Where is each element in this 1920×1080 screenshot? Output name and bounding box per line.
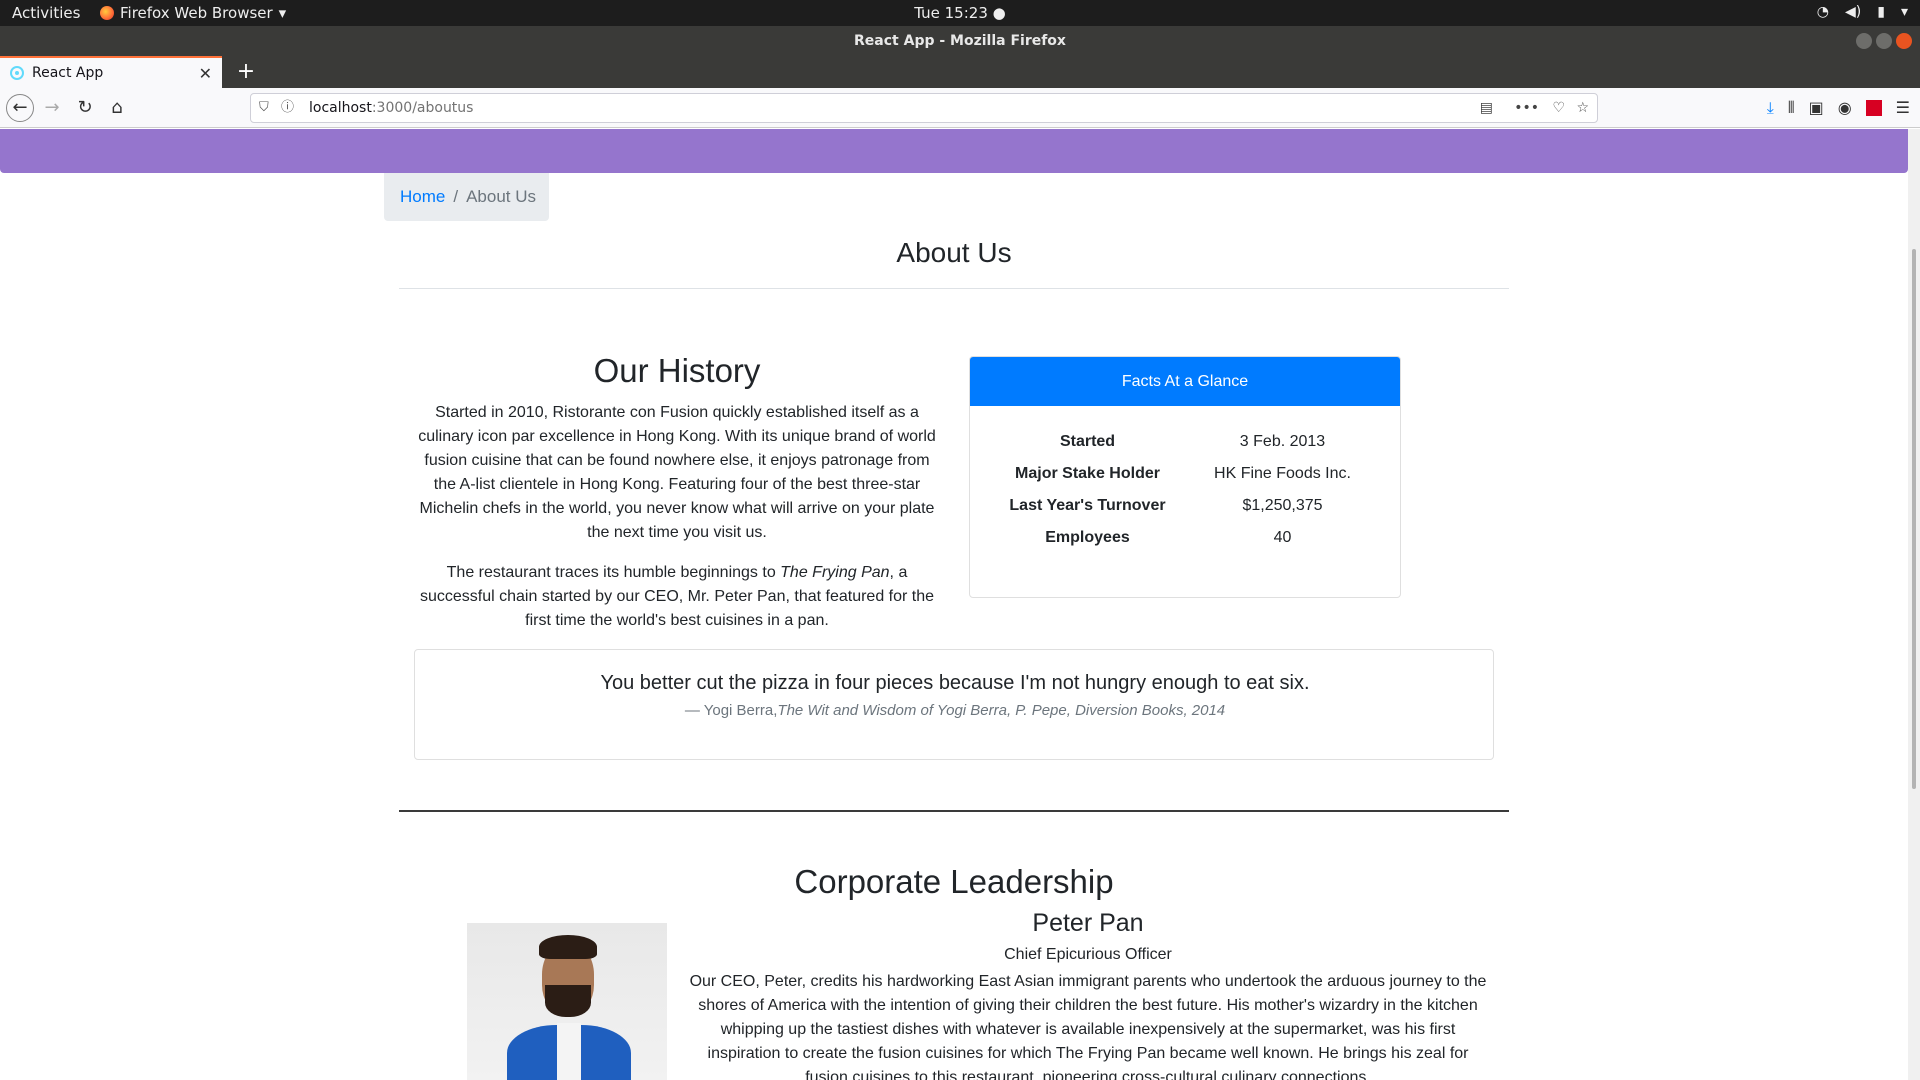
site-info-icon[interactable]: ⓘ [281,94,294,122]
chevron-down-icon: ▾ [1900,4,1908,20]
history-paragraph: Started in 2010, Ristorante con Fusion q… [418,404,936,541]
quote-author: — Yogi Berra, [684,702,778,719]
page-viewport: Home / About Us About Us Our History Start… [0,129,1920,1080]
leader-name: Peter Pan [1032,909,1144,937]
close-tab-icon[interactable]: ✕ [199,64,212,83]
section-divider [399,810,1509,812]
page-actions-icon[interactable]: ••• [1514,94,1539,122]
tab-strip: React App ✕ + [0,56,1920,88]
fact-label: Last Year's Turnover [1009,497,1166,514]
scrollbar-thumb[interactable] [1912,249,1916,789]
url-path: :3000/aboutus [371,100,474,116]
back-button[interactable]: ← [6,94,34,122]
window-title: React App - Mozilla Firefox [854,33,1066,49]
react-icon [10,66,24,80]
photo-beard [545,985,591,1017]
leader-role: Chief Epicurious Officer [1004,946,1172,963]
fact-value: $1,250,375 [1242,497,1323,514]
page-scrollbar[interactable] [1908,129,1920,1080]
wifi-icon: ◔ [1816,4,1830,20]
history-paragraph: The restaurant traces its humble beginni… [414,561,940,633]
tab-title: React App [32,65,104,81]
downloads-icon[interactable]: ⤓ [1767,94,1774,122]
reload-button[interactable]: ↻ [71,94,99,122]
maximize-button[interactable] [1876,33,1892,49]
tab-react-app[interactable]: React App ✕ [0,56,222,88]
quote-text: You better cut the pizza in four pieces … [600,672,1310,694]
breadcrumb: Home / About Us [384,173,549,221]
bookmark-star-icon[interactable]: ☆ [1576,94,1589,122]
account-icon[interactable]: ◉ [1838,94,1852,122]
facts-card-header: Facts At a Glance [970,357,1400,406]
fact-row: Started 3 Feb. 2013 [990,426,1380,458]
quote-card: You better cut the pizza in four pieces … [414,649,1494,760]
system-tray[interactable]: ◔ ◀) ▮ ▾ [1817,4,1908,20]
toolbar-right: ⤓ ⫴ ▣ ◉ ☰ [1767,94,1910,122]
minimize-button[interactable] [1856,33,1872,49]
window-titlebar: React App - Mozilla Firefox [0,26,1920,56]
photo-shirt [557,1023,581,1080]
breadcrumb-current: About Us [466,187,537,206]
fact-row: Major Stake Holder HK Fine Foods Inc. [990,458,1380,490]
url-bar[interactable]: ⛉ ⓘ localhost:3000/aboutus ▤ ••• ♡ ☆ [250,93,1598,123]
facts-list: Started 3 Feb. 2013 Major Stake Holder H… [970,406,1400,574]
quote-attribution: — Yogi Berra,The Wit and Wisdom of Yogi … [415,702,1495,719]
tracking-protection-icon[interactable]: ⛉ [259,94,269,122]
fact-value: 3 Feb. 2013 [1239,433,1326,450]
library-icon[interactable]: ⫴ [1788,94,1795,122]
battery-icon: ▮ [1877,4,1885,20]
reader-view-icon[interactable]: ▤ [1480,94,1493,122]
history-heading: Our History [593,352,761,389]
fact-label: Major Stake Holder [1015,465,1160,482]
fact-value: HK Fine Foods Inc. [1214,465,1351,482]
fact-label: Started [1059,433,1116,450]
volume-icon: ◀) [1845,4,1862,20]
fact-row: Employees 40 [990,522,1380,554]
breadcrumb-home-link[interactable]: Home [400,187,445,206]
navigation-toolbar: ← → ↻ ⌂ ⛉ ⓘ localhost:3000/aboutus ▤ •••… [0,88,1920,128]
home-button[interactable]: ⌂ [103,94,131,122]
new-tab-button[interactable]: + [232,58,260,86]
page-title: About Us [896,237,1012,268]
leader-photo [467,923,667,1080]
pocket-icon[interactable]: ♡ [1552,94,1565,122]
site-header [0,129,1908,173]
desktop-top-bar: Activities Firefox Web Browser ▾ Tue 15:… [0,0,1920,26]
menu-icon[interactable]: ☰ [1896,94,1910,122]
restaurant-name: The Frying Pan [780,564,890,581]
fact-label: Employees [1045,529,1130,546]
breadcrumb-separator: / [453,187,459,206]
clock[interactable]: Tue 15:23 ● [0,4,1920,22]
window-controls [1856,33,1912,49]
divider [399,288,1509,289]
history-text: The restaurant traces its humble beginni… [446,564,781,581]
fact-value: 40 [1273,529,1292,546]
url-host: localhost [309,100,372,116]
quote-source: The Wit and Wisdom of Yogi Berra, P. Pep… [777,702,1226,719]
leadership-heading: Corporate Leadership [794,863,1114,900]
fact-row: Last Year's Turnover $1,250,375 [990,490,1380,522]
sidebar-icon[interactable]: ▣ [1809,94,1824,122]
url-text[interactable]: localhost:3000/aboutus [309,94,473,122]
leader-bio: Our CEO, Peter, credits his hardworking … [689,973,1487,1080]
photo-hair [539,935,597,959]
forward-button[interactable]: → [38,94,66,122]
extension-icon[interactable] [1865,100,1882,116]
facts-card: Facts At a Glance Started 3 Feb. 2013 Ma… [969,356,1401,598]
close-window-button[interactable] [1896,33,1912,49]
